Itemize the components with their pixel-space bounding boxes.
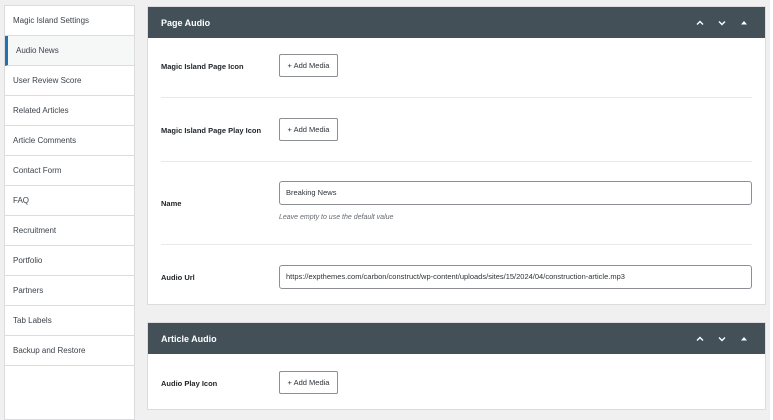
sidebar-item-magic-island-settings[interactable]: Magic Island Settings bbox=[5, 6, 134, 36]
name-hint: Leave empty to use the default value bbox=[279, 214, 394, 221]
field-row-page-icon: Magic Island Page Icon + Add Media bbox=[161, 38, 752, 98]
field-row-page-play-icon: Magic Island Page Play Icon + Add Media bbox=[161, 98, 752, 162]
sidebar-item-backup-and-restore[interactable]: Backup and Restore bbox=[5, 336, 134, 366]
sidebar-item-contact-form[interactable]: Contact Form bbox=[5, 156, 134, 186]
add-media-button[interactable]: + Add Media bbox=[279, 371, 338, 394]
chevron-down-icon[interactable] bbox=[711, 328, 733, 350]
field-label: Name bbox=[161, 199, 182, 208]
collapse-triangle-icon[interactable] bbox=[733, 12, 755, 34]
sidebar-item-related-articles[interactable]: Related Articles bbox=[5, 96, 134, 126]
add-media-button[interactable]: + Add Media bbox=[279, 54, 338, 77]
sidebar-item-faq[interactable]: FAQ bbox=[5, 186, 134, 216]
settings-sidebar: Magic Island Settings Audio News User Re… bbox=[4, 5, 135, 420]
article-audio-title: Article Audio bbox=[161, 333, 217, 344]
chevron-up-icon[interactable] bbox=[689, 12, 711, 34]
field-label: Magic Island Page Play Icon bbox=[161, 126, 262, 135]
sidebar-item-tab-labels[interactable]: Tab Labels bbox=[5, 306, 134, 336]
sidebar-item-portfolio[interactable]: Portfolio bbox=[5, 246, 134, 276]
field-label: Audio Play Icon bbox=[161, 379, 218, 388]
sidebar-item-recruitment[interactable]: Recruitment bbox=[5, 216, 134, 246]
field-row-play-icon: Audio Play Icon + Add Media bbox=[161, 354, 752, 410]
field-label: Audio Url bbox=[161, 273, 195, 282]
add-media-button[interactable]: + Add Media bbox=[279, 118, 338, 141]
page-audio-title: Page Audio bbox=[161, 17, 211, 28]
page-audio-header: Page Audio bbox=[148, 7, 765, 38]
chevron-up-icon[interactable] bbox=[689, 328, 711, 350]
sidebar-item-audio-news[interactable]: Audio News bbox=[5, 36, 134, 66]
field-row-audio-url: Audio Url https://expthemes.com/carbon/c… bbox=[161, 245, 752, 305]
article-audio-header: Article Audio bbox=[148, 323, 765, 354]
sidebar-item-user-review-score[interactable]: User Review Score bbox=[5, 66, 134, 96]
page-audio-panel: Page Audio Magic Island Page Icon + Add … bbox=[147, 6, 766, 305]
name-input[interactable]: Breaking News bbox=[279, 181, 752, 205]
article-audio-panel: Article Audio Audio Play Icon + Add Medi… bbox=[147, 322, 766, 410]
chevron-down-icon[interactable] bbox=[711, 12, 733, 34]
field-label: Magic Island Page Icon bbox=[161, 62, 244, 71]
sidebar-item-article-comments[interactable]: Article Comments bbox=[5, 126, 134, 156]
sidebar-item-partners[interactable]: Partners bbox=[5, 276, 134, 306]
audio-url-input[interactable]: https://expthemes.com/carbon/construct/w… bbox=[279, 265, 752, 289]
collapse-triangle-icon[interactable] bbox=[733, 328, 755, 350]
field-row-name: Name Breaking News Leave empty to use th… bbox=[161, 162, 752, 245]
